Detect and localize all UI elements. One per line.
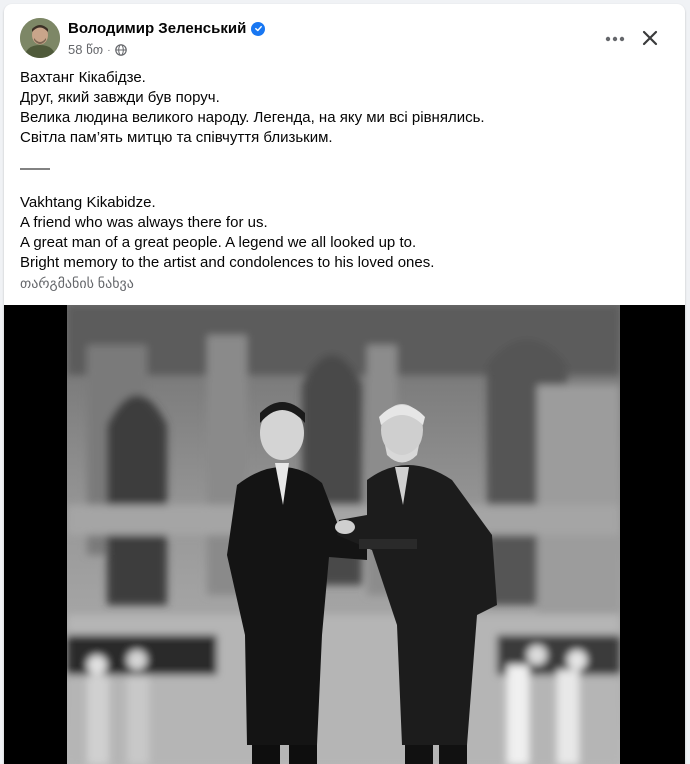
more-options-button[interactable] [597, 24, 633, 52]
post-card: Володимир Зеленський 58 წთ · Вахтанг Кік… [4, 4, 685, 764]
see-translation-link[interactable]: თარგმანის ნახვა [20, 275, 134, 292]
close-button[interactable] [634, 24, 666, 56]
post-header: Володимир Зеленський 58 წთ · [4, 4, 685, 66]
post-line-en-4: Bright memory to the artist and condolen… [20, 254, 435, 271]
close-icon [642, 30, 658, 51]
more-options-icon [605, 29, 625, 47]
globe-icon[interactable] [114, 44, 127, 56]
post-line-ua-4: Світла пам’ять митцю та співчуття близьк… [20, 129, 333, 146]
author-name-text[interactable]: Володимир Зеленський [68, 20, 246, 37]
post-line-ua-3: Велика людина великого народу. Легенда, … [20, 109, 485, 126]
meta-dot-separator: · [107, 44, 111, 56]
text-separator: —— [20, 160, 50, 177]
post-line-ua-1: Вахтанг Кікабідзе. [20, 69, 146, 86]
post-line-en-2: A friend who was always there for us. [20, 214, 268, 231]
author-name[interactable]: Володимир Зеленський [68, 20, 266, 37]
photo-image[interactable] [67, 305, 620, 764]
avatar[interactable] [20, 18, 60, 58]
post-photo[interactable] [4, 305, 685, 764]
post-meta: 58 წთ · [68, 42, 127, 58]
post-line-en-1: Vakhtang Kikabidze. [20, 194, 156, 211]
post-line-ua-2: Друг, який завжди був поруч. [20, 89, 220, 106]
post-line-en-3: A great man of a great people. A legend … [20, 234, 417, 251]
post-message: Вахтанг Кікабідзе. Друг, який завжди був… [20, 68, 660, 273]
verified-badge-icon [251, 21, 266, 36]
post-timestamp[interactable]: 58 წთ [68, 42, 103, 58]
